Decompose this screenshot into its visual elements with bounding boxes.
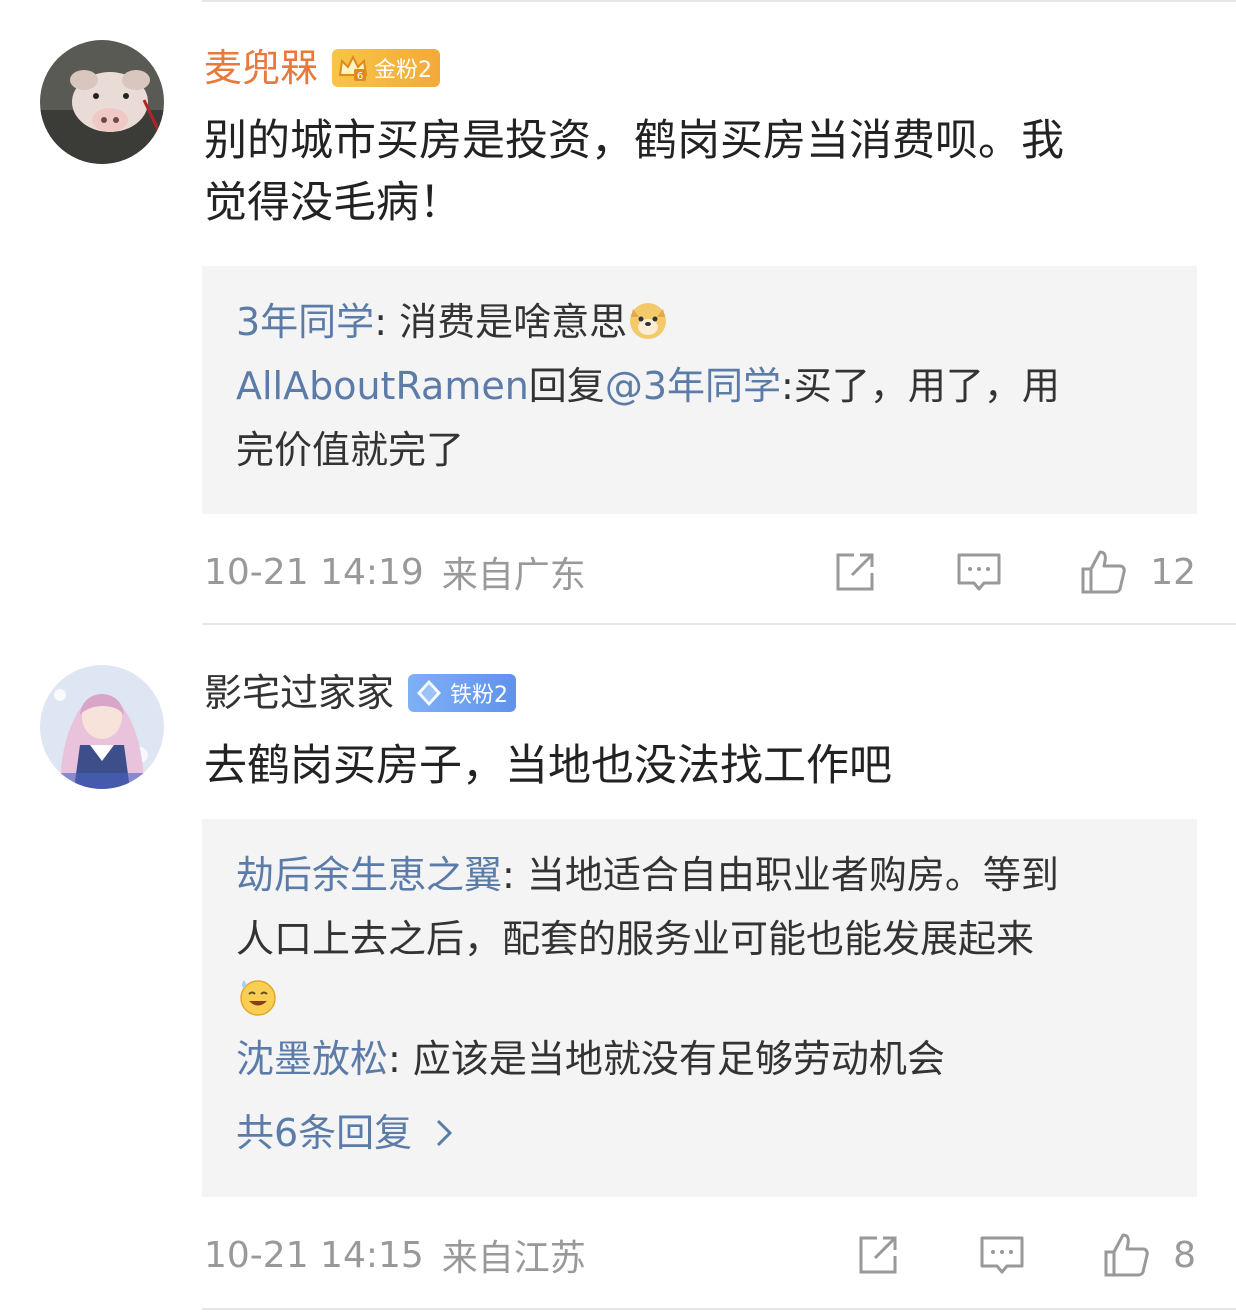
fan-badge[interactable]: 铁粉2 xyxy=(408,674,517,712)
fan-badge[interactable]: 6 金粉2 xyxy=(332,49,441,87)
comment-item: 麦兜槑 6 金粉2 别的城市买房是投资，鹤岗买房当消费呗。我 觉得没毛病！ 3年… xyxy=(0,0,1236,625)
reply-text: 当地适合自由职业者购房。等到 xyxy=(526,853,1059,897)
reply-user[interactable]: AllAboutRamen xyxy=(236,364,529,408)
repost-icon[interactable] xyxy=(853,1230,903,1280)
location: 来自广东 xyxy=(441,555,586,596)
like-thumb-icon[interactable] xyxy=(1078,547,1128,597)
reply-preview-box[interactable]: 劫后余生恵之翼: 当地适合自由职业者购房。等到 人口上去之后，配套的服务业可能也… xyxy=(202,819,1197,1197)
like-count: 12 xyxy=(1150,551,1196,593)
reply-emoji-line xyxy=(236,971,1163,1027)
reply-mention[interactable]: @3年同学 xyxy=(605,364,781,408)
reply-user[interactable]: 3年同学 xyxy=(236,300,374,344)
reply-text-continued: 人口上去之后，配套的服务业可能也能发展起来 xyxy=(236,917,1035,961)
author-name[interactable]: 麦兜槑 xyxy=(204,44,318,92)
reply-item: 沈墨放松: 应该是当地就没有足够劳动机会 xyxy=(236,1037,945,1081)
divider xyxy=(202,1308,1236,1310)
comment-text-line: 别的城市买房是投资，鹤岗买房当消费呗。我 xyxy=(204,116,1064,166)
reply-user[interactable]: 劫后余生恵之翼 xyxy=(236,853,502,897)
reply-text: 买了，用了，用 xyxy=(793,364,1060,408)
reply-item: AllAboutRamen回复@3年同学:买了，用了，用 xyxy=(236,364,1060,408)
comment-meta: 10-21 14:15 来自江苏 8 xyxy=(204,1225,1196,1285)
action-bar: 12 xyxy=(830,542,1196,602)
reply-user[interactable]: 沈墨放松 xyxy=(236,1037,388,1081)
author-row: 影宅过家家 铁粉2 xyxy=(204,669,517,717)
badge-label: 金粉2 xyxy=(374,58,433,83)
badge-label: 铁粉2 xyxy=(450,683,509,708)
comment-body: 去鹤岗买房子，当地也没法找工作吧 xyxy=(204,735,1204,797)
avatar[interactable] xyxy=(40,40,164,164)
comment-feed: 麦兜槑 6 金粉2 别的城市买房是投资，鹤岗买房当消费呗。我 觉得没毛病！ 3年… xyxy=(0,0,1236,1312)
comment-icon[interactable] xyxy=(954,547,1004,597)
comment-icon[interactable] xyxy=(977,1230,1027,1280)
author-name[interactable]: 影宅过家家 xyxy=(204,669,394,717)
doge-emoji-icon xyxy=(630,303,667,339)
avatar[interactable] xyxy=(40,665,164,789)
comment-body: 别的城市买房是投资，鹤岗买房当消费呗。我 觉得没毛病！ xyxy=(204,110,1204,234)
view-more-replies-link[interactable]: 共6条回复 xyxy=(236,1101,1163,1165)
comment-text-line: 去鹤岗买房子，当地也没法找工作吧 xyxy=(204,741,892,791)
comment-text-line: 觉得没毛病！ xyxy=(204,178,462,228)
like-thumb-icon[interactable] xyxy=(1101,1230,1151,1280)
repost-icon[interactable] xyxy=(830,547,880,597)
reply-text: 应该是当地就没有足够劳动机会 xyxy=(412,1037,945,1081)
diamond-icon xyxy=(417,680,442,706)
timestamp: 10-21 14:19 xyxy=(204,551,424,593)
divider xyxy=(202,0,1236,2)
author-row: 麦兜槑 6 金粉2 xyxy=(204,44,441,92)
comment-meta: 10-21 14:19 来自广东 12 xyxy=(204,542,1196,602)
reply-text: 消费是啥意思 xyxy=(399,300,628,344)
reply-item: 3年同学: 消费是啥意思 xyxy=(236,290,1163,354)
chevron-right-icon xyxy=(437,1119,453,1147)
location: 来自江苏 xyxy=(441,1238,586,1279)
reply-item: 劫后余生恵之翼: 当地适合自由职业者购房。等到 xyxy=(236,853,1059,897)
reply-text-continued: 完价值就完了 xyxy=(236,428,465,472)
more-replies-label: 共6条回复 xyxy=(236,1111,413,1155)
crown-icon: 6 xyxy=(338,54,368,82)
reply-preview-box[interactable]: 3年同学: 消费是啥意思 AllAboutRamen回复@3年同学:买了，用了，… xyxy=(202,266,1197,514)
svg-text:6: 6 xyxy=(357,71,363,82)
anime-girl-avatar-image xyxy=(40,665,164,789)
pig-avatar-image xyxy=(40,40,164,164)
action-bar: 8 xyxy=(853,1225,1196,1285)
like-count: 8 xyxy=(1173,1234,1196,1276)
timestamp: 10-21 14:15 xyxy=(204,1234,424,1276)
comment-item: 影宅过家家 铁粉2 去鹤岗买房子，当地也没法找工作吧 劫后余生恵之翼: 当地适合… xyxy=(0,625,1236,1312)
sweat-smile-emoji-icon xyxy=(240,980,276,1016)
